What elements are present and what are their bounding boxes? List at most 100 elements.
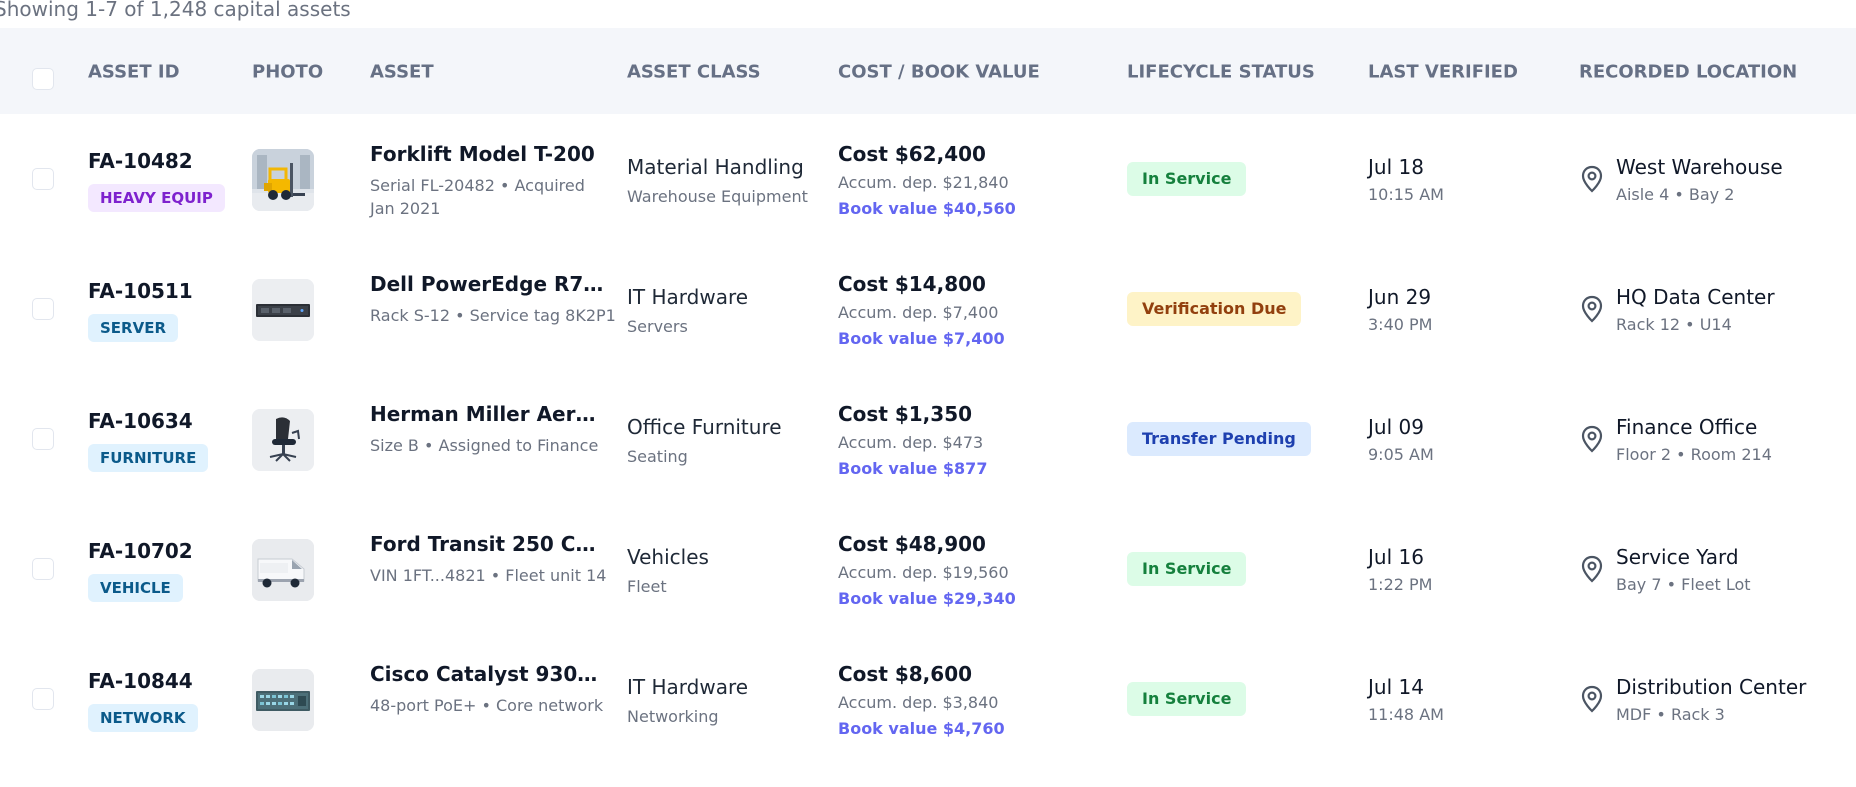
last-verified-date: Jun 29 [1368, 285, 1432, 309]
last-verified-date: Jul 14 [1368, 675, 1424, 699]
location-detail: MDF • Rack 3 [1616, 705, 1725, 724]
asset-id[interactable]: FA-10511 [88, 279, 193, 303]
asset-tag-badge: FURNITURE [88, 444, 209, 472]
last-verified-time: 9:05 AM [1368, 445, 1434, 464]
location-detail: Floor 2 • Room 214 [1616, 445, 1772, 464]
row-select-checkbox[interactable] [32, 168, 54, 190]
asset-class: IT Hardware [627, 285, 749, 309]
accumulated-depreciation: Accum. dep. $19,560 [838, 563, 1009, 582]
table-row[interactable]: FA-10482 HEAVY EQUIP Forklift Model T-200 S… [0, 115, 1856, 245]
asset-description: Serial FL-20482 • Acquired [370, 176, 585, 195]
last-verified-date: Jul 16 [1368, 545, 1424, 569]
last-verified-time: 3:40 PM [1368, 315, 1433, 334]
select-all-checkbox[interactable] [32, 68, 54, 90]
asset-name[interactable]: Cisco Catalyst 9300 S... [370, 662, 606, 686]
table-row[interactable]: FA-10634 FURNITURE Herman Miller Aeron C..… [0, 375, 1856, 505]
asset-description: Size B • Assigned to Finance [370, 436, 599, 455]
asset-tag-badge: NETWORK [88, 704, 198, 732]
office-chair-photo[interactable] [252, 409, 314, 471]
asset-name[interactable]: Forklift Model T-200 [370, 142, 606, 166]
asset-subclass: Networking [627, 707, 719, 726]
row-select-checkbox[interactable] [32, 298, 54, 320]
location-detail: Bay 7 • Fleet Lot [1616, 575, 1751, 594]
col-header-asset-id[interactable]: ASSET ID [88, 62, 180, 83]
lifecycle-status-badge: Transfer Pending [1127, 422, 1311, 456]
table-row[interactable]: FA-10511 SERVER Dell PowerEdge R740 Rack S-… [0, 245, 1856, 375]
asset-cost: Cost $62,400 [838, 142, 986, 166]
table-row[interactable]: FA-10844 NETWORK Cisco Catalyst 9300 S... 4… [0, 635, 1856, 765]
row-select-checkbox[interactable] [32, 688, 54, 710]
location-name[interactable]: HQ Data Center [1616, 285, 1775, 309]
forklift-photo[interactable] [252, 149, 314, 211]
book-value: Book value $4,760 [838, 719, 1005, 738]
asset-description: 48-port PoE+ • Core network [370, 696, 604, 715]
accumulated-depreciation: Accum. dep. $473 [838, 433, 984, 452]
last-verified-date: Jul 09 [1368, 415, 1424, 439]
network-switch-photo[interactable] [252, 669, 314, 731]
asset-description: Rack S-12 • Service tag 8K2P1 [370, 306, 616, 325]
col-header-cost-book-value[interactable]: COST / BOOK VALUE [838, 62, 1040, 83]
table-row[interactable]: FA-10702 VEHICLE Ford Transit 250 Cargo...… [0, 505, 1856, 635]
last-verified-time: 1:22 PM [1368, 575, 1433, 594]
asset-cost: Cost $1,350 [838, 402, 973, 426]
location-pin-icon [1580, 425, 1604, 457]
location-name[interactable]: Service Yard [1616, 545, 1739, 569]
location-pin-icon [1580, 555, 1604, 587]
asset-id[interactable]: FA-10844 [88, 669, 193, 693]
asset-cost: Cost $8,600 [838, 662, 973, 686]
asset-id[interactable]: FA-10634 [88, 409, 193, 433]
table-summary: Showing 1-7 of 1,248 capital assets [0, 0, 351, 21]
row-select-checkbox[interactable] [32, 558, 54, 580]
location-name[interactable]: West Warehouse [1616, 155, 1783, 179]
lifecycle-status-badge: In Service [1127, 682, 1247, 716]
location-name[interactable]: Distribution Center [1616, 675, 1806, 699]
asset-name[interactable]: Herman Miller Aeron C... [370, 402, 606, 426]
table-header: ASSET ID PHOTO ASSET ASSET CLASS COST / … [0, 28, 1856, 114]
col-header-recorded-location[interactable]: RECORDED LOCATION [1579, 62, 1797, 83]
location-detail: Rack 12 • U14 [1616, 315, 1732, 334]
asset-subclass: Warehouse Equipment [627, 187, 808, 206]
accumulated-depreciation: Accum. dep. $21,840 [838, 173, 1009, 192]
col-header-last-verified[interactable]: LAST VERIFIED [1368, 62, 1518, 83]
book-value: Book value $877 [838, 459, 988, 478]
lifecycle-status-badge: In Service [1127, 552, 1247, 586]
asset-class: Vehicles [627, 545, 709, 569]
accumulated-depreciation: Accum. dep. $3,840 [838, 693, 999, 712]
asset-name[interactable]: Dell PowerEdge R740 [370, 272, 606, 296]
book-value: Book value $29,340 [838, 589, 1016, 608]
asset-id[interactable]: FA-10702 [88, 539, 193, 563]
last-verified-time: 10:15 AM [1368, 185, 1444, 204]
asset-name[interactable]: Ford Transit 250 Cargo... [370, 532, 606, 556]
van-photo[interactable] [252, 539, 314, 601]
asset-tag-badge: VEHICLE [88, 574, 183, 602]
last-verified-time: 11:48 AM [1368, 705, 1444, 724]
asset-subclass: Fleet [627, 577, 667, 596]
book-value: Book value $40,560 [838, 199, 1016, 218]
row-select-checkbox[interactable] [32, 428, 54, 450]
asset-cost: Cost $48,900 [838, 532, 986, 556]
asset-id[interactable]: FA-10482 [88, 149, 193, 173]
asset-tag-badge: HEAVY EQUIP [88, 184, 225, 212]
location-pin-icon [1580, 165, 1604, 197]
asset-description: VIN 1FT...4821 • Fleet unit 14 [370, 566, 607, 585]
col-header-asset-class[interactable]: ASSET CLASS [627, 62, 761, 83]
asset-subclass: Servers [627, 317, 688, 336]
lifecycle-status-badge: Verification Due [1127, 292, 1302, 326]
asset-tag-badge: SERVER [88, 314, 179, 342]
accumulated-depreciation: Accum. dep. $7,400 [838, 303, 999, 322]
location-detail: Aisle 4 • Bay 2 [1616, 185, 1735, 204]
col-header-asset[interactable]: ASSET [370, 62, 434, 83]
asset-subclass: Seating [627, 447, 688, 466]
last-verified-date: Jul 18 [1368, 155, 1424, 179]
col-header-photo: PHOTO [252, 61, 324, 83]
asset-class: IT Hardware [627, 675, 749, 699]
book-value: Book value $7,400 [838, 329, 1005, 348]
location-name[interactable]: Finance Office [1616, 415, 1757, 439]
server-photo[interactable] [252, 279, 314, 341]
location-pin-icon [1580, 685, 1604, 717]
asset-class: Office Furniture [627, 415, 782, 439]
asset-class: Material Handling [627, 155, 804, 179]
asset-description-line2: Jan 2021 [370, 199, 441, 218]
col-header-lifecycle-status[interactable]: LIFECYCLE STATUS [1127, 62, 1315, 83]
asset-cost: Cost $14,800 [838, 272, 986, 296]
